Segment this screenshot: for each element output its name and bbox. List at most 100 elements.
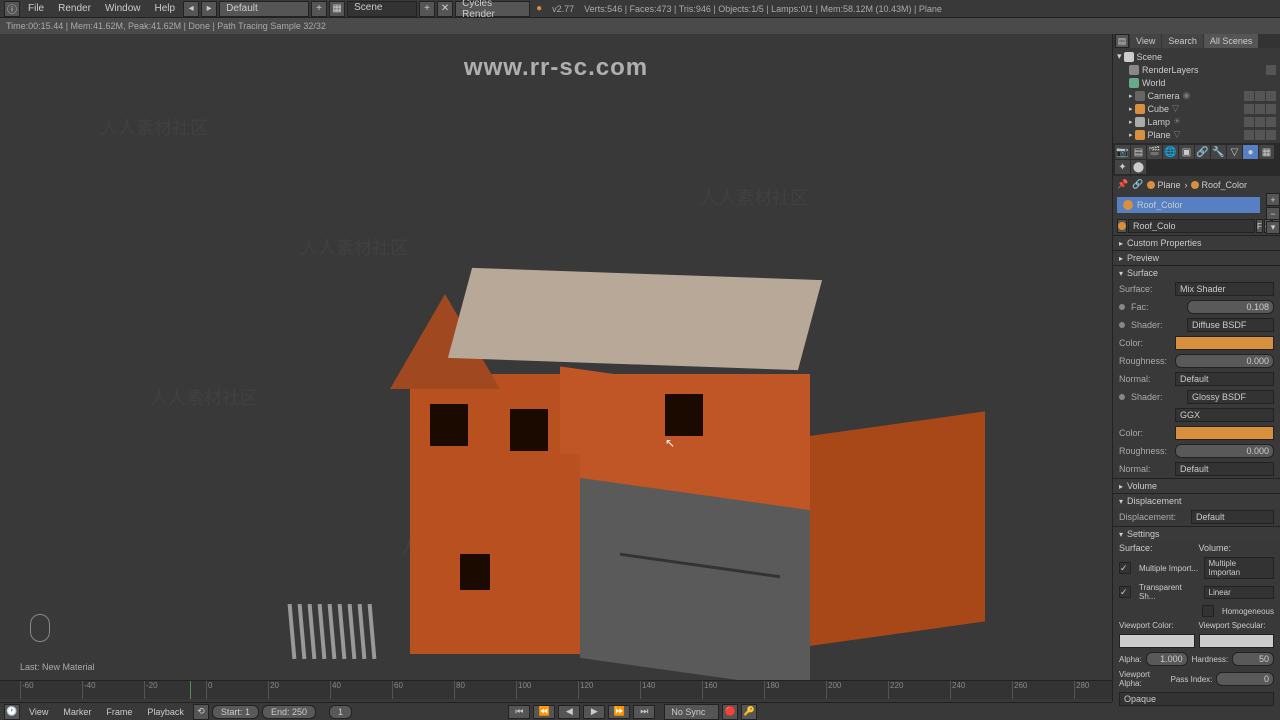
3d-viewport[interactable]: www.rr-sc.com 人人素材社区 人人素材社区 人人素材社区 人人素材社… bbox=[0, 34, 1112, 702]
eye-icon[interactable] bbox=[1244, 130, 1254, 140]
eye-icon[interactable] bbox=[1244, 117, 1254, 127]
scene-add-icon[interactable]: + bbox=[419, 1, 435, 17]
pin-icon[interactable]: 📌 bbox=[1117, 179, 1128, 190]
menu-render[interactable]: Render bbox=[52, 1, 97, 16]
render-engine-dropdown[interactable]: Cycles Render bbox=[455, 1, 530, 17]
render-icon[interactable] bbox=[1266, 104, 1276, 114]
outliner-scene[interactable]: ▾Scene bbox=[1113, 50, 1280, 63]
vp-spec-picker[interactable] bbox=[1199, 634, 1275, 648]
keying-set-icon[interactable]: 🔑 bbox=[741, 704, 757, 720]
render-icon[interactable] bbox=[1266, 117, 1276, 127]
menu-file[interactable]: File bbox=[22, 1, 50, 16]
back-icon[interactable]: ◂ bbox=[183, 1, 199, 17]
keyframe-next-button[interactable]: ⏩ bbox=[608, 705, 630, 719]
outliner-lamp[interactable]: ▸Lamp ☀ bbox=[1113, 115, 1280, 128]
outliner-editor-icon[interactable]: ▤ bbox=[1115, 34, 1129, 48]
panel-settings[interactable]: ▾Settings bbox=[1113, 527, 1280, 541]
render-icon[interactable] bbox=[1266, 130, 1276, 140]
material-name-input[interactable] bbox=[1128, 219, 1255, 233]
panel-displacement[interactable]: ▾Displacement bbox=[1113, 494, 1280, 508]
surface-shader-dropdown[interactable]: Mix Shader bbox=[1175, 282, 1274, 296]
color1-picker[interactable] bbox=[1175, 336, 1274, 350]
sel-icon[interactable] bbox=[1255, 91, 1265, 101]
material-slot[interactable]: Roof_Color bbox=[1117, 197, 1260, 213]
start-frame-input[interactable]: Start: 1 bbox=[212, 705, 259, 719]
bc-object[interactable]: Plane bbox=[1147, 180, 1180, 190]
shader2-dropdown[interactable]: Glossy BSDF bbox=[1187, 390, 1274, 404]
prop-tab-object-icon[interactable]: ▣ bbox=[1179, 145, 1194, 159]
normal1-dropdown[interactable]: Default bbox=[1175, 372, 1274, 386]
normal2-dropdown[interactable]: Default bbox=[1175, 462, 1274, 476]
transparent-check[interactable]: ✓ bbox=[1119, 586, 1131, 598]
tl-menu-view[interactable]: View bbox=[23, 705, 54, 719]
panel-volume[interactable]: ▸Volume bbox=[1113, 479, 1280, 493]
fwd-icon[interactable]: ▸ bbox=[201, 1, 217, 17]
prop-tab-scene-icon[interactable]: 🎬 bbox=[1147, 145, 1162, 159]
tl-sync-icon[interactable]: ⟲ bbox=[193, 704, 209, 720]
scene-browse-icon[interactable]: ▦ bbox=[329, 1, 345, 17]
prop-tab-physics-icon[interactable]: ⬤ bbox=[1131, 160, 1146, 174]
tl-menu-frame[interactable]: Frame bbox=[100, 705, 138, 719]
roughness2-slider[interactable]: 0.000 bbox=[1175, 444, 1274, 458]
sel-icon[interactable] bbox=[1255, 130, 1265, 140]
roughness1-slider[interactable]: 0.000 bbox=[1175, 354, 1274, 368]
outliner-tab-all[interactable]: All Scenes bbox=[1204, 34, 1259, 48]
prop-tab-render-icon[interactable]: 📷 bbox=[1115, 145, 1130, 159]
timeline-ruler[interactable]: -60-40-200204060801001201401601802002202… bbox=[0, 681, 1112, 699]
slot-add-button[interactable]: + bbox=[1266, 193, 1280, 206]
prop-tab-data-icon[interactable]: ▽ bbox=[1227, 145, 1242, 159]
end-frame-input[interactable]: End: 250 bbox=[262, 705, 316, 719]
outliner-camera[interactable]: ▸Camera ◉ bbox=[1113, 89, 1280, 102]
panel-surface[interactable]: ▾Surface bbox=[1113, 266, 1280, 280]
sync-mode-dropdown[interactable]: No Sync bbox=[664, 704, 719, 720]
layout-add-icon[interactable]: + bbox=[311, 1, 327, 17]
info-editor-icon[interactable]: ⓘ bbox=[4, 1, 20, 17]
hardness-slider[interactable]: 50 bbox=[1232, 652, 1274, 666]
alpha-mode-dropdown[interactable]: Opaque bbox=[1119, 692, 1274, 706]
panel-custom-props[interactable]: ▸Custom Properties bbox=[1113, 236, 1280, 250]
fac-slider[interactable]: 0.108 bbox=[1187, 300, 1274, 314]
prop-tab-modifier-icon[interactable]: 🔧 bbox=[1211, 145, 1226, 159]
scene-name-input[interactable]: Scene bbox=[347, 1, 417, 17]
outliner-tab-view[interactable]: View bbox=[1130, 34, 1161, 48]
sel-icon[interactable] bbox=[1255, 117, 1265, 127]
slot-remove-button[interactable]: − bbox=[1266, 207, 1280, 220]
timeline-editor-icon[interactable]: 🕐 bbox=[4, 704, 20, 720]
jump-start-button[interactable]: ⏮ bbox=[508, 705, 530, 719]
prop-tab-texture-icon[interactable]: ▦ bbox=[1259, 145, 1274, 159]
restrict-icon[interactable] bbox=[1266, 65, 1276, 75]
outliner-tab-search[interactable]: Search bbox=[1162, 34, 1203, 48]
current-frame-input[interactable]: 1 bbox=[329, 705, 352, 719]
color2-picker[interactable] bbox=[1175, 426, 1274, 440]
multi-import-check1[interactable]: ✓ bbox=[1119, 562, 1131, 574]
prop-tab-world-icon[interactable]: 🌐 bbox=[1163, 145, 1178, 159]
slot-menu-button[interactable]: ▾ bbox=[1266, 221, 1280, 234]
vp-color-picker[interactable] bbox=[1119, 634, 1195, 648]
distribution-dropdown[interactable]: GGX bbox=[1175, 408, 1274, 422]
outliner-renderlayers[interactable]: RenderLayers bbox=[1113, 63, 1280, 76]
layout-dropdown[interactable]: Default bbox=[219, 1, 309, 17]
fake-user-button[interactable]: F bbox=[1256, 219, 1263, 233]
tl-menu-playback[interactable]: Playback bbox=[141, 705, 190, 719]
sel-icon[interactable] bbox=[1255, 104, 1265, 114]
play-button[interactable]: ▶ bbox=[583, 705, 605, 719]
prop-tab-material-icon[interactable]: ● bbox=[1243, 145, 1258, 159]
play-reverse-button[interactable]: ◀ bbox=[558, 705, 580, 719]
passindex-input[interactable]: 0 bbox=[1216, 672, 1274, 686]
autokey-icon[interactable]: 🔴 bbox=[722, 704, 738, 720]
timeline-playhead[interactable] bbox=[190, 681, 191, 699]
prop-tab-constraint-icon[interactable]: 🔗 bbox=[1195, 145, 1210, 159]
scene-del-icon[interactable]: ✕ bbox=[437, 1, 453, 17]
interp-dropdown[interactable]: Linear bbox=[1204, 586, 1275, 599]
tl-menu-marker[interactable]: Marker bbox=[57, 705, 97, 719]
displacement-dropdown[interactable]: Default bbox=[1191, 510, 1274, 524]
prop-tab-layers-icon[interactable]: ▤ bbox=[1131, 145, 1146, 159]
multi-import-dropdown[interactable]: Multiple Importan bbox=[1204, 557, 1275, 579]
jump-end-button[interactable]: ⏭ bbox=[633, 705, 655, 719]
timeline-area[interactable]: -60-40-200204060801001201401601802002202… bbox=[0, 680, 1112, 702]
render-icon[interactable] bbox=[1266, 91, 1276, 101]
menu-window[interactable]: Window bbox=[99, 1, 147, 16]
bc-material[interactable]: Roof_Color bbox=[1191, 180, 1247, 190]
homogeneous-check[interactable] bbox=[1202, 605, 1214, 617]
outliner-plane[interactable]: ▸Plane ▽ bbox=[1113, 128, 1280, 141]
